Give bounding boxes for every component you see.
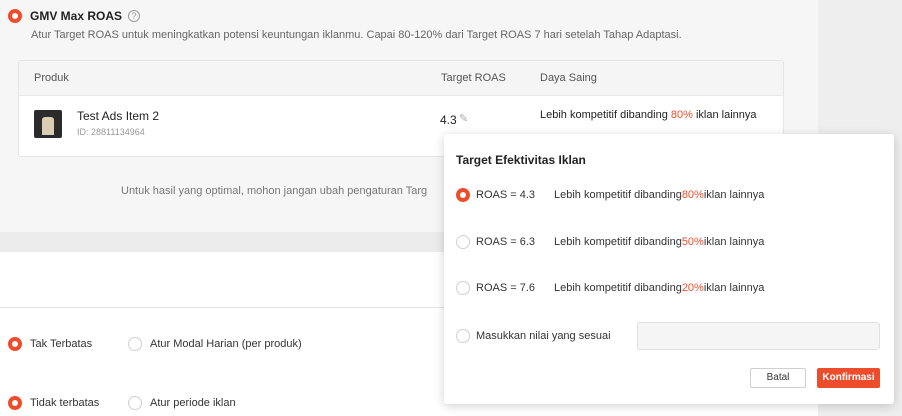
roas-custom-option[interactable]: Masukkan nilai yang sesuai [456, 328, 611, 344]
budget-unlimited-radio[interactable] [8, 337, 22, 351]
target-roas-value: 4.3 [440, 113, 457, 127]
daya-saing-post: iklan lainnya [692, 109, 757, 121]
table-header: Produk Target ROAS Daya Saing [19, 61, 783, 96]
product-thumbnail [34, 110, 62, 138]
roas-option-1-percent: 80% [681, 189, 704, 201]
column-header-produk: Produk [34, 72, 69, 84]
roas-option-1-pre: Lebih kompetitif dibanding [554, 189, 682, 201]
roas-option-3[interactable]: ROAS = 7.6 Lebih kompetitif dibanding 20… [456, 280, 764, 296]
daya-saing-pre: Lebih kompetitif dibanding [540, 109, 671, 121]
roas-option-2-pre: Lebih kompetitif dibanding [554, 236, 682, 248]
roas-custom-label: Masukkan nilai yang sesuai [476, 330, 611, 342]
product-id: ID: 28811134964 [77, 127, 145, 137]
period-unlimited-radio[interactable] [8, 396, 22, 410]
period-unlimited-option[interactable]: Tidak terbatas [8, 396, 99, 410]
roas-option-1-value: ROAS = 4.3 [476, 189, 536, 201]
roas-option-2-percent: 50% [681, 236, 704, 248]
edit-pencil-icon[interactable]: ✎ [459, 112, 468, 125]
period-unlimited-label: Tidak terbatas [30, 397, 100, 409]
column-header-daya-saing: Daya Saing [540, 72, 597, 84]
roas-option-1-radio[interactable] [456, 188, 470, 202]
column-header-target-roas: Target ROAS [441, 72, 506, 84]
roas-option-1-post: iklan lainnya [703, 189, 765, 201]
confirm-button[interactable]: Konfirmasi [817, 368, 880, 388]
roas-option-3-percent: 20% [681, 282, 704, 294]
period-custom-radio[interactable] [128, 396, 142, 410]
cancel-button[interactable]: Batal [750, 368, 806, 388]
product-name: Test Ads Item 2 [77, 109, 160, 123]
target-roas-popover: Target Efektivitas Iklan ROAS = 4.3 Lebi… [444, 134, 894, 404]
roas-custom-radio[interactable] [456, 329, 470, 343]
budget-daily-label: Atur Modal Harian (per produk) [150, 338, 302, 350]
roas-option-3-pre: Lebih kompetitif dibanding [554, 282, 682, 294]
custom-roas-input[interactable] [637, 322, 880, 350]
roas-option-3-value: ROAS = 7.6 [476, 282, 536, 294]
budget-daily-radio[interactable] [128, 337, 142, 351]
popover-title: Target Efektivitas Iklan [456, 153, 586, 167]
daya-saing-text: Lebih kompetitif dibanding 80% iklan lai… [540, 109, 757, 121]
budget-daily-option[interactable]: Atur Modal Harian (per produk) [128, 337, 302, 351]
daya-saing-percent: 80% [670, 109, 693, 121]
gmv-max-roas-description: Atur Target ROAS untuk meningkatkan pote… [31, 29, 682, 41]
gmv-max-roas-radio[interactable] [8, 9, 22, 23]
roas-option-2[interactable]: ROAS = 6.3 Lebih kompetitif dibanding 50… [456, 234, 764, 250]
budget-unlimited-option[interactable]: Tak Terbatas [8, 337, 92, 351]
roas-option-2-value: ROAS = 6.3 [476, 236, 536, 248]
period-custom-option[interactable]: Atur periode iklan [128, 396, 236, 410]
roas-option-3-radio[interactable] [456, 281, 470, 295]
gmv-max-roas-title: GMV Max ROAS [30, 9, 123, 23]
roas-option-2-post: iklan lainnya [703, 236, 765, 248]
help-circle-icon[interactable]: ? [128, 10, 141, 22]
budget-unlimited-label: Tak Terbatas [30, 338, 93, 350]
period-custom-label: Atur periode iklan [150, 397, 236, 409]
optimization-note: Untuk hasil yang optimal, mohon jangan u… [121, 185, 428, 197]
roas-option-1[interactable]: ROAS = 4.3 Lebih kompetitif dibanding 80… [456, 187, 764, 203]
gmv-max-roas-option[interactable]: GMV Max ROAS ? [8, 7, 141, 25]
roas-option-2-radio[interactable] [456, 235, 470, 249]
roas-option-3-post: iklan lainnya [703, 282, 765, 294]
